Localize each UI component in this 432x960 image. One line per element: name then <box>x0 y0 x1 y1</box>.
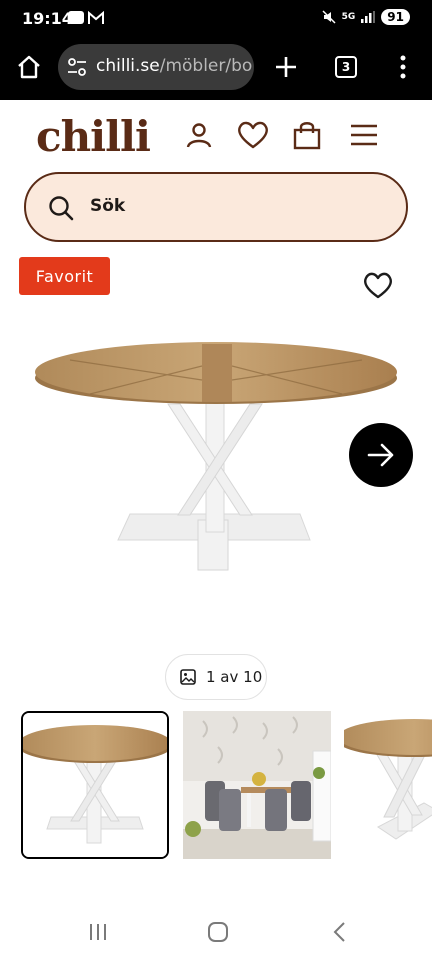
url-text[interactable]: chilli.se/möbler/bo <box>96 56 252 76</box>
browser-toolbar: chilli.se/möbler/bo 3 <box>0 38 432 100</box>
thumbnail-2[interactable] <box>183 711 331 859</box>
tabs-button[interactable]: 3 <box>331 52 361 82</box>
home-button[interactable] <box>14 52 44 82</box>
home-nav-icon[interactable] <box>206 920 230 944</box>
next-image-button[interactable] <box>349 423 413 487</box>
table-angle-thumbnail <box>344 711 432 859</box>
dining-room-thumbnail <box>183 711 331 859</box>
status-indicators: 5G 91 <box>322 9 410 25</box>
back-icon[interactable] <box>328 920 352 944</box>
system-nav-bar <box>0 900 432 960</box>
status-time: 19:14 <box>22 9 73 28</box>
address-bar[interactable]: chilli.se/möbler/bo <box>58 44 254 90</box>
search-icon <box>49 196 74 221</box>
more-button[interactable] <box>388 52 418 82</box>
mail-notification-icon <box>88 11 104 24</box>
wishlist-heart-icon[interactable] <box>362 270 394 300</box>
favorite-badge: Favorit <box>19 257 110 295</box>
new-tab-button[interactable] <box>271 52 301 82</box>
image-counter[interactable]: 1 av 10 <box>165 654 267 700</box>
thumbnail-3[interactable] <box>344 711 432 859</box>
site-settings-icon[interactable] <box>66 56 88 78</box>
site-logo[interactable]: chilli <box>36 112 151 161</box>
table-thumbnail <box>23 713 167 857</box>
gallery-icon <box>180 669 196 685</box>
search-input[interactable]: Sök <box>90 196 125 216</box>
more-icon <box>400 55 406 79</box>
chat-notification-icon <box>68 11 84 24</box>
status-bar: 19:14 5G 91 <box>0 0 432 38</box>
mute-icon <box>322 10 336 24</box>
url-host: chilli.se <box>96 56 160 76</box>
url-path: /möbler/bo <box>159 56 253 76</box>
home-icon <box>18 55 40 79</box>
menu-icon[interactable] <box>349 120 379 150</box>
thumbnail-1[interactable] <box>21 711 169 859</box>
heart-icon[interactable] <box>236 120 270 150</box>
arrow-right-icon <box>367 443 394 467</box>
recent-apps-icon[interactable] <box>86 920 110 944</box>
signal-icon <box>361 11 376 23</box>
plus-icon <box>276 57 296 77</box>
network-label: 5G <box>341 11 356 22</box>
product-image[interactable] <box>30 330 402 580</box>
image-counter-text: 1 av 10 <box>206 668 263 686</box>
search-bar[interactable]: Sök <box>24 172 408 242</box>
cart-icon[interactable] <box>292 120 322 150</box>
account-icon[interactable] <box>184 120 214 150</box>
tabs-icon: 3 <box>335 56 357 78</box>
battery-indicator: 91 <box>381 9 410 25</box>
